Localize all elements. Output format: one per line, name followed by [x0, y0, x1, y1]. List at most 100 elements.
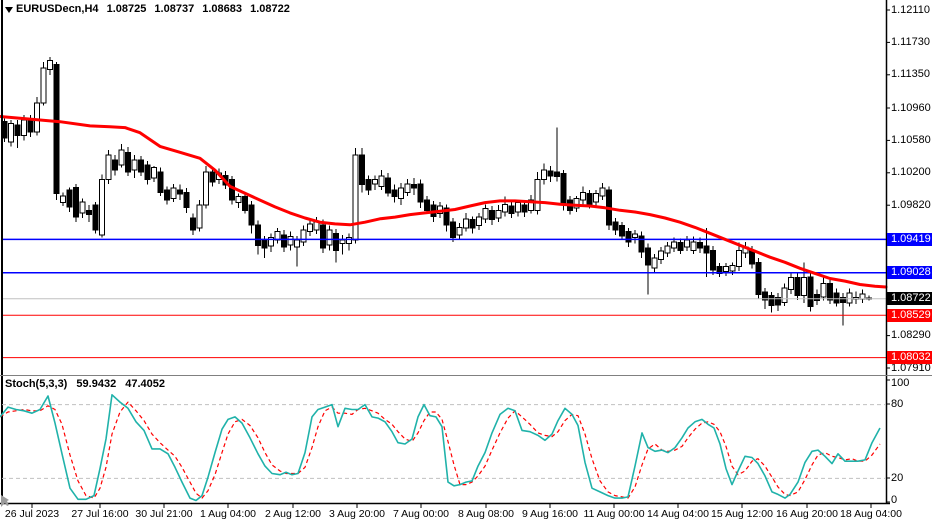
- candle-bull: [41, 68, 46, 103]
- candle-bull: [659, 251, 664, 260]
- candle-bull: [503, 204, 508, 212]
- candle-bear: [158, 172, 163, 193]
- candle-bull: [327, 230, 332, 245]
- candle-bear: [210, 172, 215, 182]
- candle-bear: [334, 233, 339, 250]
- candle-bull: [308, 224, 313, 232]
- candle-bull: [652, 258, 657, 268]
- candle-bear: [834, 293, 839, 303]
- candle-bear: [626, 232, 631, 242]
- candle-bear: [509, 206, 514, 214]
- candle-bull: [789, 278, 794, 290]
- candle-bull: [542, 170, 547, 179]
- candle-bear: [113, 160, 118, 170]
- indicator-label: Stoch(5,3,3) 59.9432 47.4052: [5, 378, 171, 390]
- candle-bear: [522, 205, 527, 212]
- candle-bull: [373, 180, 378, 184]
- chart-canvas[interactable]: [0, 0, 932, 526]
- candle-bull: [353, 155, 358, 240]
- candle-bull: [119, 150, 124, 165]
- candle-bear: [613, 222, 618, 230]
- stoch-axis-label: 20: [891, 473, 921, 484]
- candle-bull: [295, 240, 300, 247]
- candle-bear: [815, 295, 820, 301]
- price-axis-label: 1.08290: [891, 330, 932, 341]
- candle-bull: [847, 293, 852, 303]
- candle-bear: [67, 190, 72, 207]
- time-axis-label: 26 Jul 2023: [5, 508, 59, 520]
- candle-bull: [9, 123, 14, 142]
- candle-bear: [750, 250, 755, 264]
- candle-bull: [737, 250, 742, 266]
- candle-bull: [171, 188, 176, 198]
- time-axis-label: 3 Aug 20:00: [329, 508, 385, 520]
- candle-bear: [126, 152, 131, 172]
- quote-open: 1.08725: [107, 3, 147, 15]
- candle-bear: [639, 236, 644, 252]
- candle-bear: [15, 125, 20, 135]
- candle-bear: [139, 160, 144, 172]
- candle-bear: [795, 278, 800, 296]
- candle-bull: [464, 219, 469, 228]
- candle-bull: [152, 168, 157, 178]
- candle-bear: [87, 210, 92, 214]
- indicator-k-value: 59.9432: [76, 378, 116, 390]
- candle-bull: [197, 205, 202, 228]
- candle-bear: [646, 248, 651, 265]
- candle-bear: [808, 277, 813, 307]
- symbol-dropdown-icon[interactable]: [5, 7, 13, 13]
- candle-bear: [256, 225, 261, 246]
- candle-bull: [730, 266, 735, 271]
- candle-bull: [405, 184, 410, 193]
- candle-bear: [74, 187, 79, 217]
- price-axis-label: 1.10580: [891, 135, 932, 146]
- stoch-axis-label: 100: [891, 378, 921, 389]
- candle-bull: [665, 246, 670, 253]
- price-axis-label: 1.10200: [891, 167, 932, 178]
- candle-bear: [262, 240, 267, 248]
- time-axis-label: 16 Aug 20:00: [776, 508, 838, 520]
- time-axis-label: 1 Aug 04:00: [200, 508, 256, 520]
- candle-bull: [860, 294, 865, 299]
- price-axis-label: 1.10960: [891, 103, 932, 114]
- price-axis-label: 1.09820: [891, 200, 932, 211]
- quote-close: 1.08722: [250, 3, 290, 15]
- candle-bull: [457, 227, 462, 235]
- candle-bear: [548, 171, 553, 176]
- candle-bull: [535, 180, 540, 211]
- candle-bear: [587, 193, 592, 204]
- candle-bull: [204, 172, 209, 205]
- candle-bull: [496, 210, 501, 218]
- candle-bear: [412, 185, 417, 188]
- time-axis-label: 9 Aug 16:00: [522, 508, 578, 520]
- candle-bull: [594, 193, 599, 202]
- stoch-axis-label: 80: [891, 399, 921, 410]
- candle-bear: [698, 243, 703, 248]
- time-axis-label: 14 Aug 04:00: [647, 508, 709, 520]
- candle-bear: [711, 250, 716, 270]
- candle-bull: [724, 267, 729, 272]
- candle-bear: [145, 165, 150, 180]
- candle-bull: [516, 203, 521, 212]
- quote-bar: EURUSDecn,H4 1.08725 1.08737 1.08683 1.0…: [16, 3, 295, 15]
- candle-bear: [470, 220, 475, 229]
- candle-bull: [236, 197, 241, 203]
- candles-group: [2, 57, 872, 326]
- time-axis-label: 30 Jul 21:00: [135, 508, 192, 520]
- candle-bull: [477, 217, 482, 226]
- candle-bull: [132, 160, 137, 170]
- candle-bull: [288, 237, 293, 246]
- candle-bull: [399, 188, 404, 198]
- time-axis-label: 7 Aug 00:00: [393, 508, 449, 520]
- candle-bear: [828, 284, 833, 300]
- candle-bear: [386, 178, 391, 193]
- candle-bear: [184, 192, 189, 207]
- candle-bear: [555, 172, 560, 176]
- candle-bear: [282, 235, 287, 247]
- time-axis-label: 11 Aug 00:00: [583, 508, 644, 520]
- candle-bull: [22, 120, 27, 135]
- price-badge-1.08032: 1.08032: [887, 351, 932, 364]
- candle-bear: [704, 246, 709, 253]
- candle-bull: [35, 103, 40, 132]
- candle-bear: [243, 197, 248, 211]
